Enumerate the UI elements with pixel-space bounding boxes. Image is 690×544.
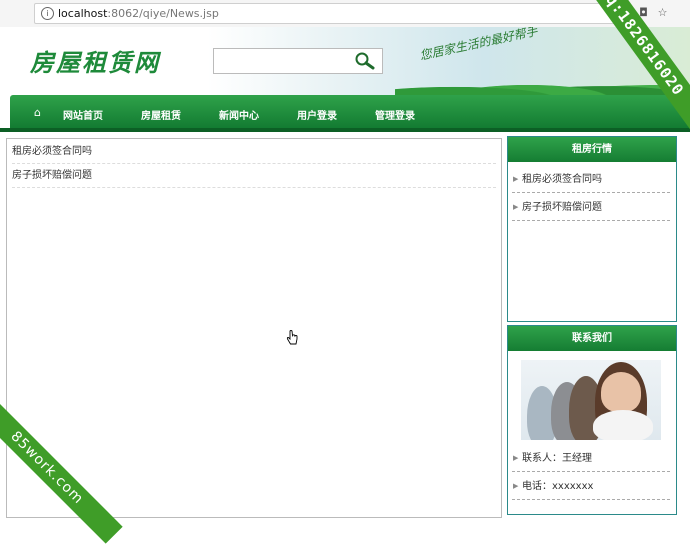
url-path: :8062/qiye/News.jsp [107, 7, 219, 20]
arrow-right-icon: ▶ [513, 482, 519, 490]
site-header: 房屋租赁网 您居家生活的最好帮手 [0, 27, 690, 95]
rental-market-box: 租房行情 ▶ 租房必须签合同吗 ▶ 房子损坏赔偿问题 [507, 136, 677, 322]
customer-service-image [521, 360, 661, 440]
star-icon[interactable]: ☆ [656, 6, 669, 19]
site-logo[interactable]: 房屋租赁网 [30, 43, 160, 78]
home-icon[interactable]: ⌂ [34, 106, 41, 119]
hand-cursor-icon [286, 330, 298, 345]
main-nav: ⌂ 网站首页 房屋租赁 新闻中心 用户登录 管理登录 [10, 95, 690, 129]
header-decoration [395, 71, 690, 95]
browser-toolbar: i localhost:8062/qiye/News.jsp ☆ ◘ ☆ [0, 0, 690, 28]
nav-item-admin-login[interactable]: 管理登录 [375, 107, 415, 122]
news-item[interactable]: 租房必须签合同吗 [12, 140, 496, 164]
search-icon[interactable] [354, 52, 376, 70]
address-bar[interactable]: i localhost:8062/qiye/News.jsp [34, 3, 626, 24]
rental-market-item-label: 租房必须签合同吗 [522, 174, 602, 185]
nav-item-home[interactable]: 网站首页 [63, 107, 103, 122]
search-input[interactable] [213, 48, 383, 74]
contact-person: ▶ 联系人：王经理 [512, 445, 670, 472]
nav-item-rental[interactable]: 房屋租赁 [141, 107, 181, 122]
contact-phone: ▶ 电话：xxxxxxx [512, 473, 670, 500]
news-item[interactable]: 房子损坏赔偿问题 [12, 164, 496, 188]
rental-market-item[interactable]: ▶ 房子损坏赔偿问题 [512, 194, 670, 221]
nav-item-user-login[interactable]: 用户登录 [297, 107, 337, 122]
site-slogan: 您居家生活的最好帮手 [418, 27, 539, 63]
nav-divider [0, 128, 690, 132]
contact-phone-label: 电话：xxxxxxx [522, 481, 594, 492]
arrow-right-icon: ▶ [513, 454, 519, 462]
rental-market-title: 租房行情 [508, 137, 676, 162]
url-text: localhost:8062/qiye/News.jsp [58, 7, 219, 20]
contact-person-label: 联系人：王经理 [522, 453, 592, 464]
arrow-right-icon: ▶ [513, 175, 519, 183]
news-list-panel: 租房必须签合同吗 房子损坏赔偿问题 [6, 138, 502, 518]
nav-item-news[interactable]: 新闻中心 [219, 107, 259, 122]
arrow-right-icon: ▶ [513, 203, 519, 211]
rental-market-item[interactable]: ▶ 租房必须签合同吗 [512, 166, 670, 193]
contact-title: 联系我们 [508, 326, 676, 351]
url-host: localhost [58, 7, 108, 20]
contact-box: 联系我们 ▶ 联系人：王经理 ▶ 电话：xxxxxxx [507, 325, 677, 515]
rental-market-item-label: 房子损坏赔偿问题 [522, 202, 602, 213]
info-icon[interactable]: i [41, 7, 54, 20]
